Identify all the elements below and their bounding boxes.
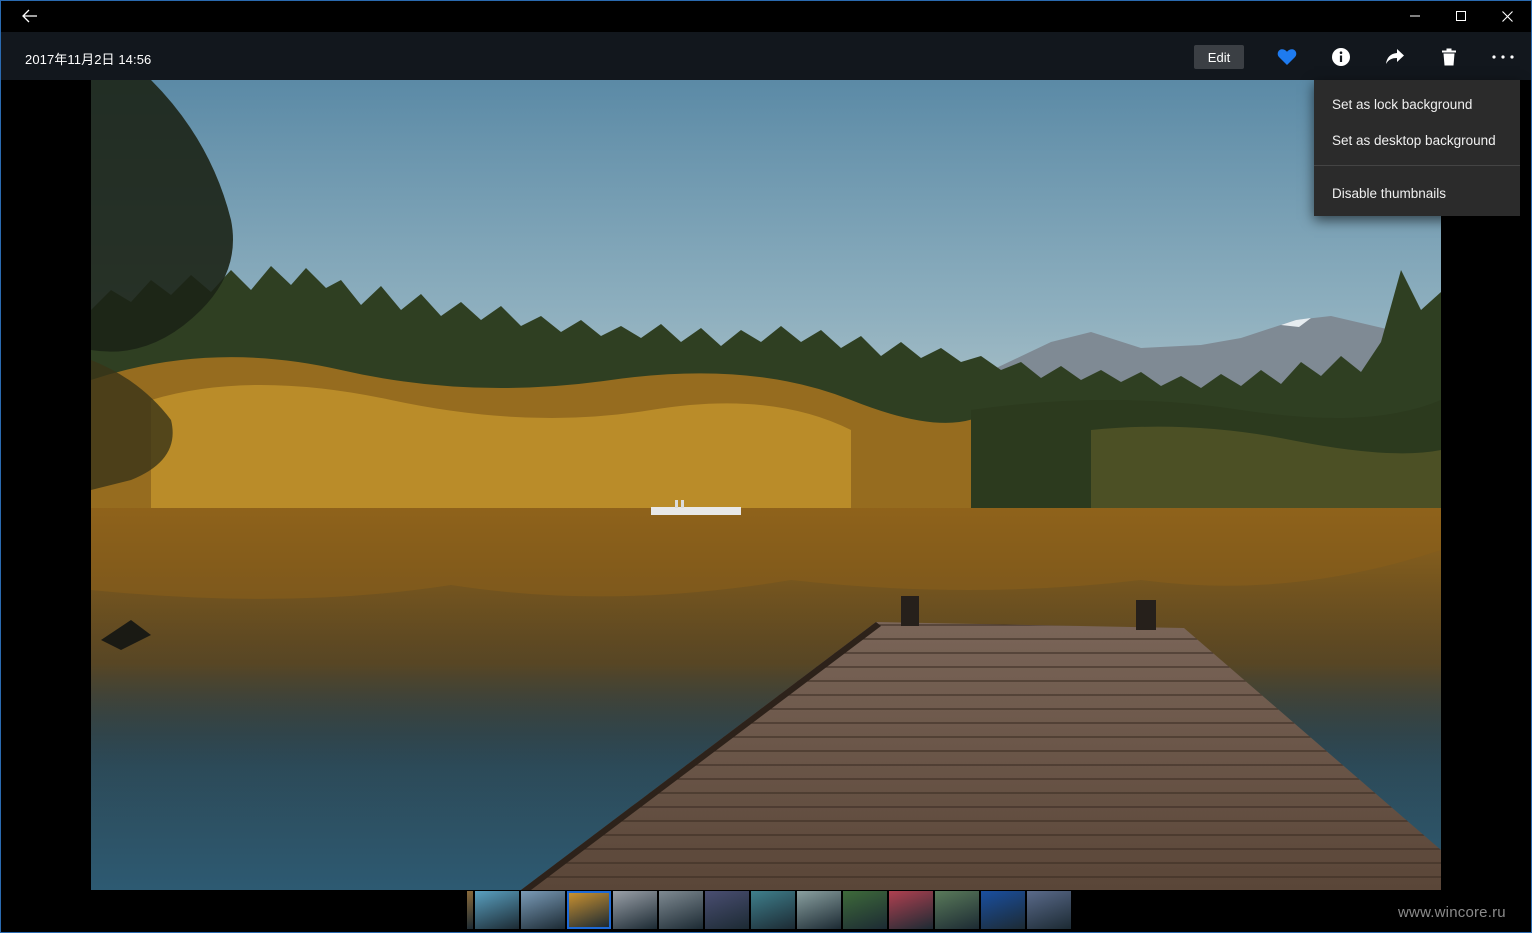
thumbnail[interactable] (475, 891, 519, 929)
thumbnail[interactable] (935, 891, 979, 929)
lake-pier-photo (91, 80, 1441, 890)
back-button[interactable] (14, 4, 46, 28)
menu-item-set-desktop-background[interactable]: Set as desktop background (1314, 123, 1520, 157)
close-icon (1501, 10, 1513, 22)
thumbnail[interactable] (613, 891, 657, 929)
maximize-icon (1456, 11, 1466, 21)
title-bar (0, 0, 1532, 32)
thumbnail-strip (467, 891, 1071, 931)
menu-separator (1314, 165, 1520, 166)
delete-button[interactable] (1430, 40, 1468, 74)
more-options-button[interactable] (1484, 40, 1522, 74)
thumbnail[interactable] (889, 891, 933, 929)
delete-icon (1442, 48, 1456, 66)
watermark: www.wincore.ru (1398, 904, 1506, 921)
minimize-button[interactable] (1392, 0, 1438, 32)
more-icon (1492, 55, 1514, 59)
heart-icon (1277, 49, 1297, 65)
back-arrow-icon (22, 9, 37, 23)
close-button[interactable] (1484, 0, 1530, 32)
maximize-button[interactable] (1438, 0, 1484, 32)
favorite-button[interactable] (1268, 40, 1306, 74)
more-options-menu: Set as lock background Set as desktop ba… (1314, 80, 1520, 216)
share-button[interactable] (1376, 40, 1414, 74)
thumbnail[interactable] (521, 891, 565, 929)
thumbnail[interactable] (705, 891, 749, 929)
info-button[interactable] (1322, 40, 1360, 74)
minimize-icon (1410, 15, 1420, 17)
menu-item-set-lock-background[interactable]: Set as lock background (1314, 87, 1520, 121)
menu-item-disable-thumbnails[interactable]: Disable thumbnails (1314, 176, 1520, 210)
thumbnail[interactable] (751, 891, 795, 929)
thumbnail[interactable] (659, 891, 703, 929)
thumbnail[interactable] (467, 891, 473, 929)
thumbnail[interactable] (797, 891, 841, 929)
info-icon (1332, 48, 1350, 66)
share-icon (1386, 49, 1404, 64)
command-bar: 2017年11月2日 14:56 Edit (0, 32, 1532, 80)
photo-date: 2017年11月2日 14:56 (25, 52, 152, 67)
thumbnail[interactable] (843, 891, 887, 929)
thumbnail[interactable] (981, 891, 1025, 929)
thumbnail[interactable] (1027, 891, 1071, 929)
edit-button[interactable]: Edit (1194, 45, 1244, 69)
thumbnail-selected[interactable] (567, 891, 611, 929)
photo-view[interactable] (91, 80, 1441, 890)
